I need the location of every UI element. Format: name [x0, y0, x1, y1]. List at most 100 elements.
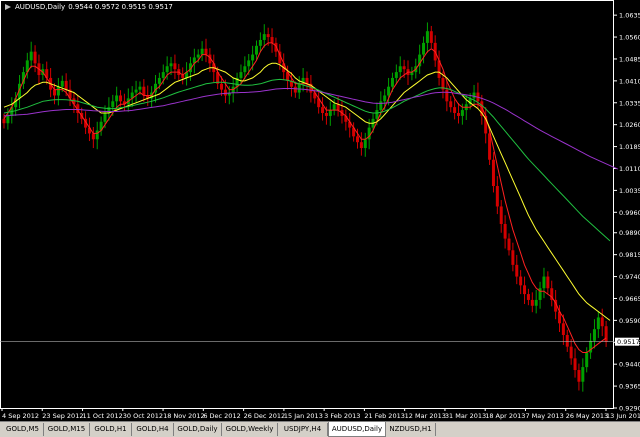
- plot-frame: [0, 0, 614, 409]
- candle-body: [29, 51, 33, 61]
- chart-tab[interactable]: USDJPY,H4: [278, 423, 328, 436]
- candle-body: [511, 250, 515, 265]
- y-tick-label: 0.9590: [619, 317, 640, 325]
- candle-body: [429, 31, 433, 43]
- candle-body: [196, 54, 200, 58]
- candle-body: [561, 323, 565, 335]
- candle-body: [91, 133, 95, 140]
- candle-body: [103, 112, 107, 122]
- candle-body: [64, 80, 68, 90]
- y-tick-label: 1.0560: [619, 34, 640, 42]
- candle-body: [398, 66, 402, 73]
- candle-body: [515, 264, 519, 277]
- y-tick-label: 1.0185: [619, 143, 640, 151]
- y-tick-label: 1.0035: [619, 187, 640, 195]
- candle-body: [499, 206, 503, 224]
- y-tick-label: 0.9890: [619, 229, 640, 237]
- candle-body: [293, 86, 297, 93]
- price-chart[interactable]: 1.0635 1.0560 1.0485 1.0410 1.0335 1.0260 1.01…: [0, 0, 640, 421]
- candle-body: [266, 34, 270, 38]
- y-tick-label: 0.9740: [619, 273, 640, 281]
- chart-area[interactable]: 1.0635 1.0560 1.0485 1.0410 1.0335 1.0260 1.01…: [0, 0, 640, 421]
- candle-body: [220, 83, 224, 90]
- candle-body: [569, 346, 573, 359]
- symbol-label: AUDUSD,Daily: [15, 3, 66, 11]
- candle-body: [169, 63, 173, 67]
- x-tick-label: 15 Jan 2013: [284, 412, 323, 420]
- candle-body: [356, 136, 359, 143]
- candle-body: [270, 37, 274, 43]
- candle-body: [425, 31, 429, 43]
- candle-body: [449, 101, 453, 108]
- candle-body: [173, 63, 177, 70]
- candle-body: [546, 276, 550, 289]
- candle-body: [359, 142, 363, 149]
- candle-body: [472, 92, 476, 99]
- ma-slow-line: [3, 78, 611, 242]
- candle-body: [119, 95, 123, 102]
- x-tick-label: 31 Mar 2013: [445, 412, 486, 420]
- y-tick-label: 1.0485: [619, 55, 640, 63]
- symbol-header: AUDUSD,Daily 0.9544 0.9572 0.9515 0.9517: [4, 2, 173, 12]
- candle-body: [239, 72, 243, 78]
- candle-body: [200, 48, 204, 55]
- candle-body: [134, 89, 138, 93]
- y-tick-label: 0.9960: [619, 209, 640, 217]
- candle-body: [573, 358, 577, 371]
- current-price-label: 0.9517: [617, 338, 640, 346]
- y-tick-label: 0.9665: [619, 295, 640, 303]
- chart-tab[interactable]: AUDUSD,Daily: [328, 422, 386, 437]
- x-tick-label: 7 May 2013: [525, 412, 563, 420]
- candle-body: [251, 54, 255, 61]
- candle-body: [332, 104, 336, 111]
- candle-body: [503, 223, 507, 239]
- chart-tab[interactable]: GOLD,M15: [44, 423, 90, 436]
- chart-tab[interactable]: GOLD,Daily: [174, 423, 222, 436]
- candle-body: [495, 186, 499, 207]
- candle-body: [577, 370, 581, 382]
- candle-body: [592, 329, 596, 341]
- candle-body: [402, 66, 406, 70]
- candle-body: [542, 276, 546, 289]
- candle-body: [445, 89, 449, 102]
- x-tick-label: 13 Jun 2013: [606, 412, 640, 420]
- y-tick-label: 0.9815: [619, 251, 640, 259]
- candle-body: [111, 101, 115, 108]
- candle-body: [95, 130, 99, 140]
- candle-body: [255, 45, 258, 55]
- candle-body: [6, 115, 10, 124]
- candle-body: [383, 95, 387, 102]
- candle-body: [523, 285, 527, 295]
- candle-body: [243, 66, 247, 73]
- chart-tab[interactable]: NZDUSD,H1: [386, 423, 436, 436]
- candle-body: [297, 83, 301, 93]
- candle-body: [604, 326, 608, 342]
- chart-tab[interactable]: GOLD,H1: [90, 423, 132, 436]
- chart-tab[interactable]: GOLD,M5: [2, 423, 44, 436]
- candle-body: [453, 107, 457, 113]
- x-tick-label: 21 Feb 2013: [364, 412, 404, 420]
- candle-body: [375, 110, 379, 119]
- chart-symbol-icon: [4, 3, 12, 11]
- candle-body: [526, 294, 530, 300]
- chart-tab[interactable]: GOLD,Weekly: [222, 423, 278, 436]
- candle-body: [379, 101, 383, 111]
- candle-body: [422, 42, 426, 55]
- candle-body: [258, 39, 262, 46]
- candle-body: [324, 112, 328, 116]
- candle-body: [519, 276, 523, 286]
- y-tick-label: 1.0260: [619, 121, 640, 129]
- candle-body: [165, 66, 169, 73]
- candle-body: [390, 77, 394, 87]
- candle-body: [223, 89, 227, 96]
- candle-body: [115, 95, 119, 102]
- chart-tab[interactable]: GOLD,H4: [132, 423, 174, 436]
- candle-body: [600, 317, 604, 327]
- candle-body: [387, 86, 391, 96]
- ohlc-values: 0.9544 0.9572 0.9515 0.9517: [68, 3, 173, 11]
- candle-body: [565, 334, 569, 347]
- candle-body: [507, 238, 511, 251]
- candle-body: [460, 110, 464, 116]
- x-tick-label: 12 Mar 2013: [405, 412, 446, 420]
- candle-body: [581, 367, 585, 382]
